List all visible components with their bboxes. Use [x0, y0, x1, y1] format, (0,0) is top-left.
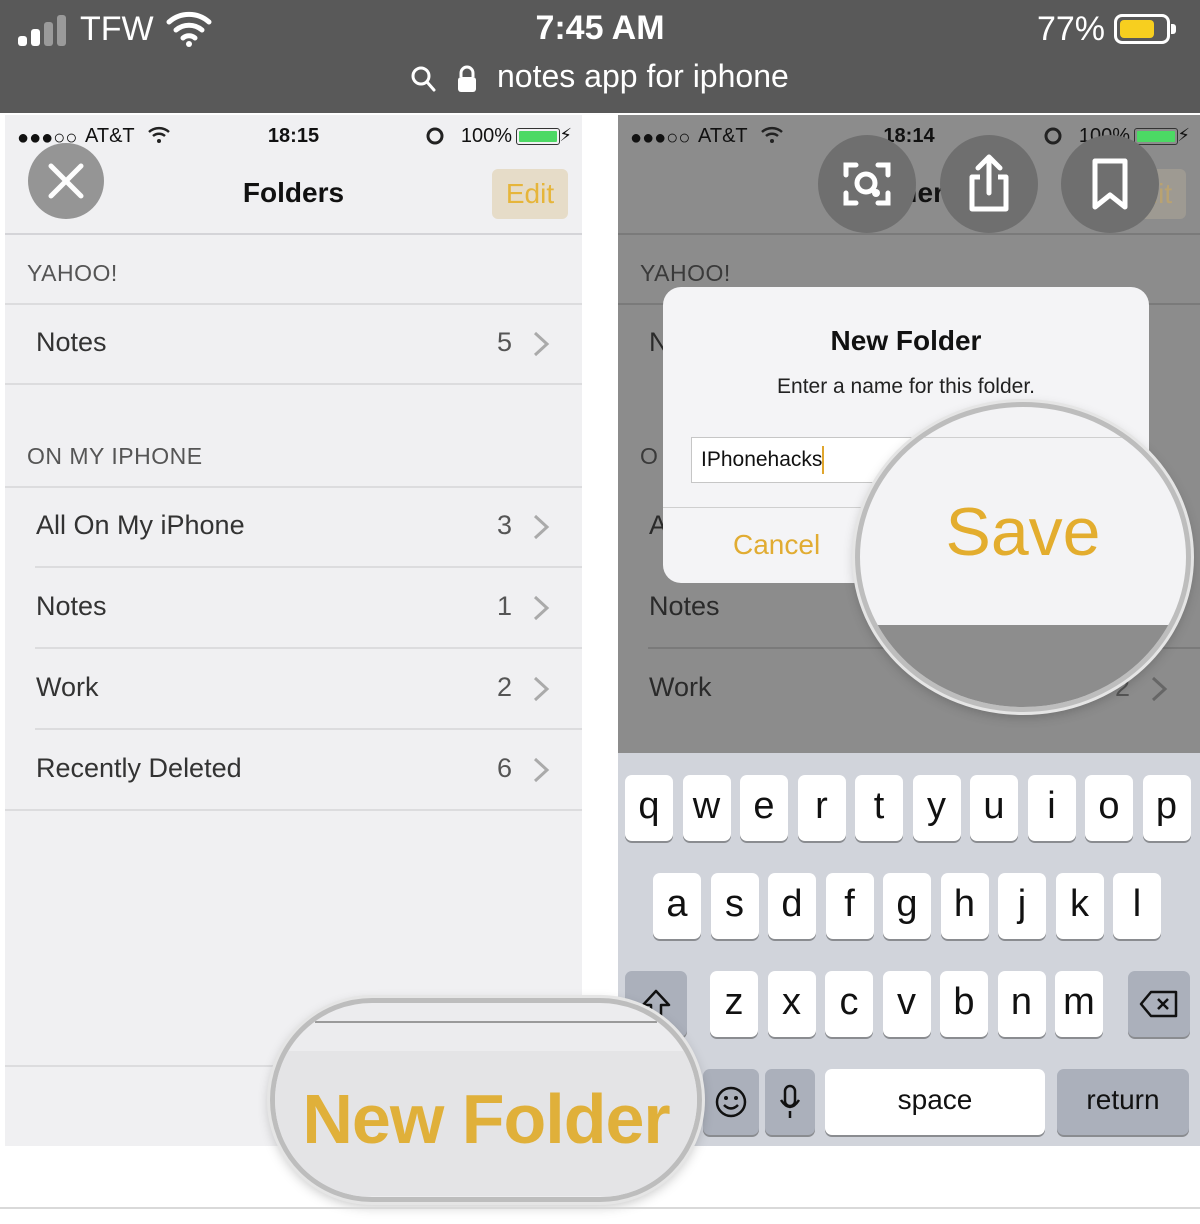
section-header-yahoo: YAHOO!: [640, 260, 731, 286]
share-button[interactable]: [940, 135, 1038, 233]
key-q[interactable]: q: [625, 775, 673, 841]
url-bar[interactable]: notes app for iphone: [0, 58, 1200, 95]
charging-icon: ⚡: [1177, 125, 1190, 145]
folder-row-recently-deleted[interactable]: Recently Deleted 6: [5, 731, 582, 811]
key-k[interactable]: k: [1055, 873, 1104, 939]
key-v[interactable]: v: [882, 971, 931, 1037]
screenshot-root: TFW 7:45 AM 77% notes app for iphone ●●●…: [0, 0, 1200, 1224]
chevron-right-icon: [533, 595, 550, 621]
new-folder-label: New Folder: [302, 1080, 670, 1158]
key-m[interactable]: m: [1055, 971, 1103, 1037]
chevron-right-icon: [533, 676, 550, 702]
microphone-icon: [779, 1084, 801, 1118]
folder-label: Notes: [36, 591, 107, 621]
folder-row-notes[interactable]: Notes 1: [5, 569, 582, 649]
key-d[interactable]: d: [768, 873, 816, 939]
dialog-title: New Folder: [830, 325, 982, 356]
left-battery-percent: 100%: [460, 125, 512, 147]
outer-time: 7:45 AM: [535, 9, 665, 47]
folder-row-work[interactable]: Work 2: [5, 650, 582, 730]
keyboard: q w e r t y u i o p a s d f g h j k l z x c v b n m space return: [618, 753, 1200, 1146]
charging-icon: ⚡: [559, 125, 572, 145]
folder-count: 5: [496, 327, 512, 357]
key-n[interactable]: n: [997, 971, 1046, 1037]
battery-icon: [1114, 14, 1176, 44]
url-text: notes app for iphone: [497, 58, 789, 94]
folder-label: Work: [36, 672, 99, 702]
folder-label: Work: [649, 672, 712, 702]
key-e[interactable]: e: [740, 775, 788, 841]
space-key[interactable]: space: [825, 1069, 1045, 1135]
key-a[interactable]: a: [653, 873, 701, 939]
folder-name-value: IPhonehacks: [701, 448, 823, 471]
folder-count: 1: [496, 591, 512, 621]
edit-button[interactable]: Edit: [492, 169, 568, 219]
cancel-button[interactable]: Cancel: [733, 529, 820, 561]
key-i[interactable]: i: [1027, 775, 1076, 841]
section-header-on-my-iphone: ON MY IPHONE: [27, 443, 203, 469]
folder-label: Notes: [649, 591, 720, 621]
key-t[interactable]: t: [855, 775, 903, 841]
bookmark-button[interactable]: [1061, 135, 1159, 233]
folder-count: 2: [496, 672, 512, 702]
bookmark-icon: [1092, 158, 1128, 210]
key-r[interactable]: r: [797, 775, 846, 841]
delete-key[interactable]: [1128, 971, 1190, 1037]
chevron-right-icon: [533, 331, 550, 357]
key-o[interactable]: o: [1085, 775, 1133, 841]
key-f[interactable]: f: [825, 873, 874, 939]
folder-count: 3: [496, 510, 512, 540]
save-label: Save: [945, 494, 1101, 570]
folder-label: Recently Deleted: [36, 753, 242, 783]
new-folder-button-magnified[interactable]: New Folder: [270, 998, 702, 1202]
alarm-icon: [426, 125, 444, 151]
battery-icon: [516, 128, 560, 145]
backspace-icon: [1139, 990, 1178, 1018]
key-l[interactable]: l: [1113, 873, 1161, 939]
search-icon: [411, 66, 436, 92]
close-icon: [48, 163, 84, 199]
save-button-magnified[interactable]: Save: [855, 402, 1191, 712]
emoji-icon: [715, 1086, 747, 1118]
key-u[interactable]: u: [970, 775, 1018, 841]
folder-row-yahoo-notes[interactable]: Notes 5: [5, 305, 582, 385]
outer-status-bar: TFW 7:45 AM 77% notes app for iphone: [0, 0, 1200, 113]
share-icon: [969, 154, 1009, 212]
scan-icon: [843, 162, 891, 206]
key-g[interactable]: g: [883, 873, 931, 939]
dialog-message: Enter a name for this folder.: [777, 375, 1035, 398]
folder-label: Notes: [36, 327, 107, 357]
outer-battery-percent: 77%: [1036, 10, 1105, 48]
key-s[interactable]: s: [710, 873, 759, 939]
key-p[interactable]: p: [1142, 775, 1191, 841]
key-h[interactable]: h: [940, 873, 989, 939]
folder-count: 6: [496, 753, 512, 783]
key-b[interactable]: b: [940, 971, 988, 1037]
key-x[interactable]: x: [767, 971, 816, 1037]
key-y[interactable]: y: [912, 775, 961, 841]
lock-icon: [458, 65, 477, 92]
visual-lookup-button[interactable]: [818, 135, 916, 233]
text-caret: [822, 446, 825, 475]
close-button[interactable]: [28, 143, 104, 219]
key-c[interactable]: c: [825, 971, 873, 1037]
left-screenshot-panel: ●●●○○ AT&T 18:15 100% ⚡ Folders Edit YAH…: [5, 115, 582, 1146]
key-j[interactable]: j: [998, 873, 1046, 939]
dictation-key[interactable]: [765, 1069, 815, 1135]
folder-row-all-on-my-iphone[interactable]: All On My iPhone 3: [5, 488, 582, 568]
section-header-partial: O: [640, 443, 659, 469]
key-z[interactable]: z: [710, 971, 758, 1037]
chevron-right-icon: [533, 757, 550, 783]
chevron-right-icon: [533, 514, 550, 540]
key-w[interactable]: w: [682, 775, 731, 841]
emoji-key[interactable]: [703, 1069, 759, 1135]
section-header-yahoo: YAHOO!: [27, 260, 118, 286]
alarm-icon: [1044, 125, 1062, 151]
return-key[interactable]: return: [1057, 1069, 1189, 1135]
folder-label: All On My iPhone: [36, 510, 245, 540]
